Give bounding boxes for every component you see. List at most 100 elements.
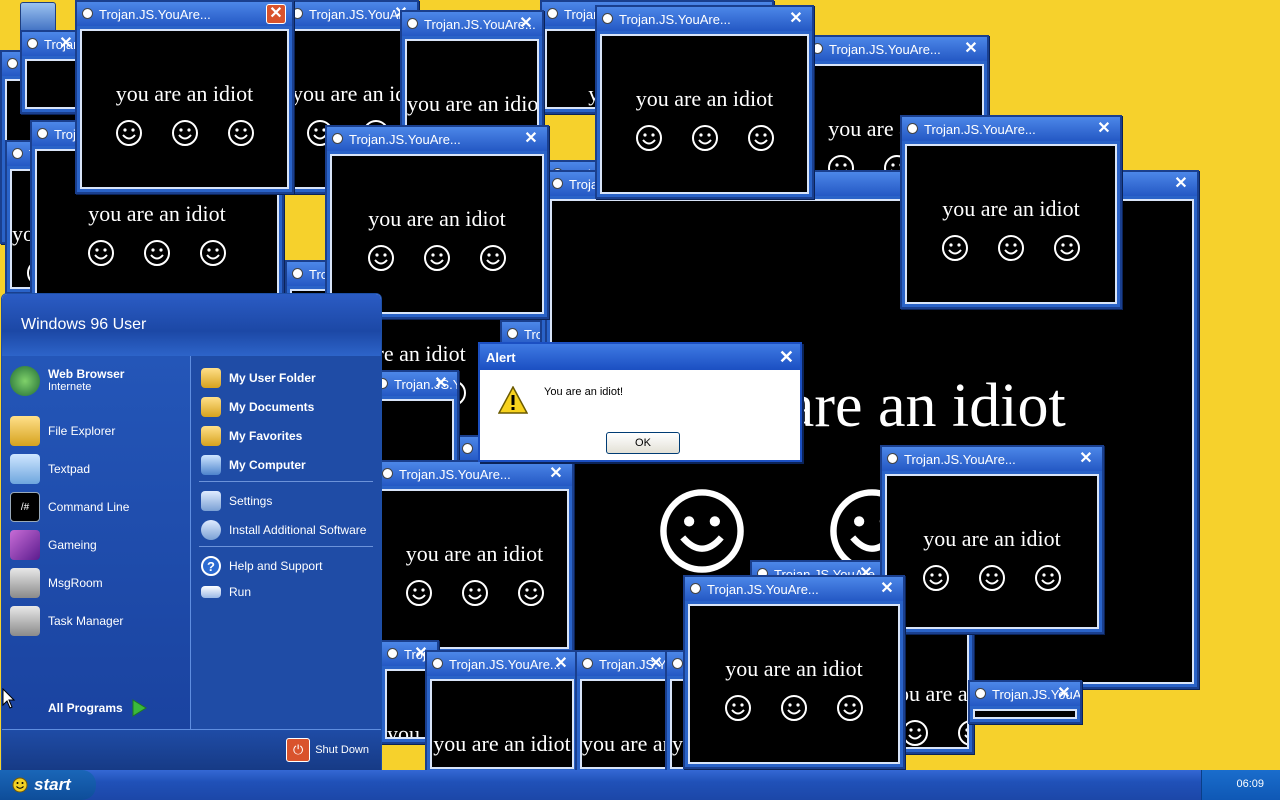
smiley-icon [602,13,613,24]
trojan-popup-window[interactable]: Trojan.JS.YouAre... ✕ you are an idiot [900,115,1122,309]
close-icon[interactable]: ✕ [779,347,794,368]
smiley-row [332,244,542,277]
close-icon[interactable]: ✕ [521,129,541,149]
start-item-label: Textpad [48,462,91,476]
window-titlebar[interactable]: Trojan.JS.YouAre... ✕ [902,117,1120,141]
smiley-face-icon [657,486,747,581]
close-icon[interactable]: ✕ [786,9,806,29]
close-icon[interactable]: ✕ [646,654,666,674]
window-titlebar[interactable]: Trojan.JS.YouAre... ✕ [22,32,82,56]
window-titlebar[interactable]: Trojan.JS.YouAre... ✕ [327,127,547,151]
smiley-face-icon [367,244,395,277]
popup-message: you are an idiot [635,86,774,111]
chat-computer-icon [10,568,40,598]
close-icon[interactable]: ✕ [431,374,451,394]
close-icon[interactable]: ✕ [1076,449,1096,469]
start-item-my-user-folder[interactable]: My User Folder [201,368,316,388]
window-content: you are an idiot [580,679,669,769]
start-item-my-favorites[interactable]: My Favorites [201,426,302,446]
all-programs-button[interactable]: All Programs [48,699,147,717]
close-icon[interactable]: ✕ [1094,119,1114,139]
start-item-my-documents[interactable]: My Documents [201,397,314,417]
start-item-file-explorer[interactable]: File Explorer [10,416,115,446]
start-item-run[interactable]: Run [201,585,251,599]
close-icon[interactable]: ✕ [1054,684,1074,704]
start-item-my-computer[interactable]: My Computer [201,455,306,475]
start-button[interactable]: start [0,770,96,800]
system-tray: 06:09 [1201,770,1280,800]
trojan-popup-window[interactable]: Trojan.JS.YouAre... ✕ you are an idiot [595,5,814,199]
trojan-popup-window[interactable]: Trojan.JS.YouAre... ✕ you are an idiot [75,0,294,194]
smiley-face-icon [479,244,507,277]
smiley-face-icon [901,719,929,747]
window-titlebar[interactable]: Trojan.JS.YouAre... ✕ [377,462,572,486]
shut-down-button[interactable]: ⏻ Shut Down [286,738,369,762]
smiley-icon [82,8,93,19]
window-titlebar[interactable]: Trojan.JS.YouAre... ✕ [882,447,1102,471]
user-name: Windows 96 User [21,316,147,333]
popup-message: you are an idiot [407,91,539,116]
trojan-popup-window[interactable]: Trojan.JS.YouAre... ✕ you are an idiot [880,445,1104,634]
start-item-label: Web Browser [48,367,125,381]
shut-down-label: Shut Down [315,744,369,756]
close-icon[interactable]: ✕ [961,39,981,59]
close-icon[interactable]: ✕ [516,14,536,34]
smiley-face-icon [171,119,199,152]
window-titlebar[interactable]: Trojan.JS.YouAre... ✕ [427,652,577,676]
close-icon[interactable]: ✕ [1171,174,1191,194]
window-titlebar[interactable]: Trojan.JS.YouAre... ✕ [597,7,812,31]
window-titlebar[interactable]: Trojan.JS.YouAre... ✕ [685,577,903,601]
start-item-install-software[interactable]: Install Additional Software [201,520,366,540]
trojan-popup-window[interactable]: Trojan.JS.YouAre... ✕ you are an idiot [968,680,1082,724]
start-item-msgroom[interactable]: MsgRoom [10,568,103,598]
close-icon[interactable]: ✕ [877,579,897,599]
window-titlebar[interactable]: Trojan.JS.YouAre... ✕ [807,37,987,61]
start-menu-right-pane: My User Folder My Documents My Favorites… [190,356,381,730]
trojan-popup-window[interactable]: Trojan.JS.YouAre... ✕ you are an idiot [325,125,549,319]
alert-titlebar[interactable]: Alert ✕ [480,344,800,370]
start-item-textpad[interactable]: Textpad [10,454,90,484]
start-item-help-support[interactable]: ? Help and Support [201,556,322,576]
smiley-icon [12,777,28,793]
window-titlebar[interactable]: Trojan.JS.YouAre... ✕ [970,682,1080,706]
trojan-popup-window[interactable]: Trojan.JS.YouAre... ✕ you are an idiot [375,460,574,654]
close-icon[interactable]: ✕ [546,464,566,484]
cube-icon [10,530,40,560]
alert-title: Alert [486,350,516,365]
start-item-label: My User Folder [229,371,316,385]
start-item-gameing[interactable]: Gameing [10,530,97,560]
smiley-icon [907,123,918,134]
close-icon[interactable]: ✕ [266,4,286,24]
window-titlebar[interactable]: Trojan.JS.YouAre... ✕ [372,372,457,396]
window-title: Trojan.JS.YouAre... [619,12,731,27]
popup-message: you are an idiot [292,81,412,106]
popup-message: you are an idiot [725,656,863,681]
start-item-web-browser[interactable]: Web Browser Internete [10,366,124,396]
start-menu-header: Windows 96 User [2,294,381,356]
ok-button[interactable]: OK [606,432,680,454]
window-title: Trojan.JS.YouAre... [349,132,461,147]
window-titlebar[interactable]: Trojan.JS.YouAre... ✕ [77,2,292,26]
window-titlebar[interactable]: Trojan.JS.YouAre... ✕ [402,12,542,36]
start-label: start [34,775,71,794]
window-titlebar[interactable]: Trojan.JS.YouAre... ✕ [287,2,417,26]
close-icon[interactable]: ✕ [56,34,76,54]
smiley-face-icon [87,239,115,272]
trojan-popup-window[interactable]: Trojan.JS.YouAre... ✕ you are an idiot [683,575,905,769]
alert-dialog: Alert ✕ You are an idiot! OK [478,342,802,462]
window-titlebar[interactable]: Trojan.JS.YouAre... ✕ [577,652,672,676]
smiley-icon [547,8,558,19]
start-item-task-manager[interactable]: Task Manager [10,606,123,636]
folder-icon [201,426,221,446]
trojan-popup-window[interactable]: Trojan.JS.YouAre... ✕ you are an idiot [425,650,579,774]
all-programs-label: All Programs [48,701,123,715]
smiley-icon [462,443,473,454]
start-item-settings[interactable]: Settings [201,491,272,511]
start-item-command-line[interactable]: /# Command Line [10,492,129,522]
power-icon: ⏻ [286,738,311,762]
window-title: Trojan.JS.YouAre... [829,42,941,57]
close-icon[interactable]: ✕ [551,654,571,674]
clock[interactable]: 06:09 [1236,778,1264,790]
start-item-label: Help and Support [229,559,323,573]
trojan-popup-window[interactable]: Trojan.JS.YouAre... ✕ you are an idiot [575,650,674,774]
